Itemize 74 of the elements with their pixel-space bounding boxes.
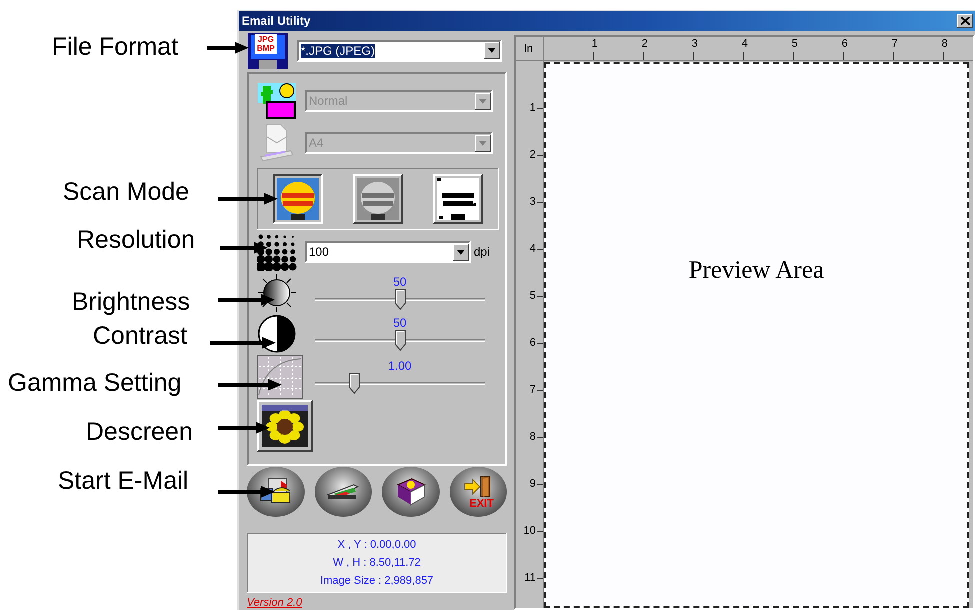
image-type-icon [257,82,297,120]
slider-thumb[interactable] [395,289,406,310]
callout-label: Resolution [77,228,196,253]
slider-value: 1.00 [388,359,412,373]
descreen-button[interactable] [257,400,313,452]
ruler-number: 6 [530,336,536,350]
callout-label: Start E-Mail [58,469,189,494]
ruler-number: 2 [642,37,648,51]
help-button[interactable] [382,467,440,517]
info-text: Image Size : 2,989,857 [320,574,434,588]
ruler-number: 5 [530,289,536,303]
resolution-dropdown[interactable]: 100 [305,241,471,263]
file-format-dropdown[interactable]: *.JPG (JPEG) [297,40,502,62]
dropdown-button[interactable] [453,244,469,260]
ruler-number: 9 [530,477,536,491]
callout-label: Brightness [72,290,190,315]
callout-label: File Format [52,35,178,60]
info-text: W , H : 8.50,11.72 [333,556,421,570]
slider-value: 50 [393,316,407,330]
sunflower-icon [262,405,308,447]
halftone-dots-icon [257,233,297,271]
callout-arrow [220,242,268,254]
ruler-unit: In [516,37,544,61]
dropdown-arrow-icon [488,48,496,53]
callout-arrow [210,337,276,349]
callout-arrow [218,193,278,205]
callout-arrow [218,486,275,498]
version-link[interactable]: Version 2.0 [247,597,507,609]
ruler-number: 5 [792,37,798,51]
ruler-number: 4 [742,37,748,51]
ruler-number: 3 [530,195,536,209]
callout-arrow [207,42,249,54]
contrast-icon [257,314,297,354]
close-button[interactable] [957,14,973,28]
slider-track[interactable] [315,330,485,352]
dropdown-arrow-icon [457,250,465,254]
callout-label: Scan Mode [63,180,190,205]
ruler-number: 1 [530,101,536,115]
slider-thumb[interactable] [349,373,360,394]
gamma-curve-icon [257,355,303,399]
slider-track[interactable] [315,289,485,311]
ruler-number: 6 [842,37,848,51]
preview-label: Preview Area [688,257,824,286]
info-text: X , Y : 0.00,0.00 [338,538,416,552]
dropdown-arrow-icon [479,98,487,104]
slider-thumb[interactable] [395,330,406,351]
callout-arrow [218,379,282,391]
slider-track[interactable] [315,373,485,395]
slider-value: 50 [393,275,407,289]
ruler-number: 10 [524,524,536,538]
ruler-number: 8 [530,430,536,444]
ruler-number: 11 [524,571,536,585]
ruler-number: 2 [530,148,536,162]
dropdown-button[interactable] [484,42,500,59]
dropdown-arrow-icon [479,140,487,146]
window-title: Email Utility [242,14,311,28]
callout-label: Descreen [86,420,193,445]
close-icon [960,17,970,25]
callout-arrow [218,422,270,434]
callout-label: Contrast [93,324,188,349]
ruler-number: 8 [942,37,948,51]
unit-label: dpi [474,245,490,259]
ruler-number: 3 [692,37,698,51]
ruler-number: 7 [530,383,536,397]
email-button[interactable] [247,467,304,517]
door-arrow-icon [463,475,494,499]
exit-button[interactable]: EXIT [450,467,507,517]
ruler-number: 1 [592,37,598,51]
scan-mode-button[interactable] [273,174,323,224]
brightness-icon [257,273,297,313]
callout-arrow [218,294,275,306]
callout-label: Gamma Setting [8,371,182,396]
ruler-number: 7 [892,37,898,51]
ruler-number: 4 [530,242,536,256]
